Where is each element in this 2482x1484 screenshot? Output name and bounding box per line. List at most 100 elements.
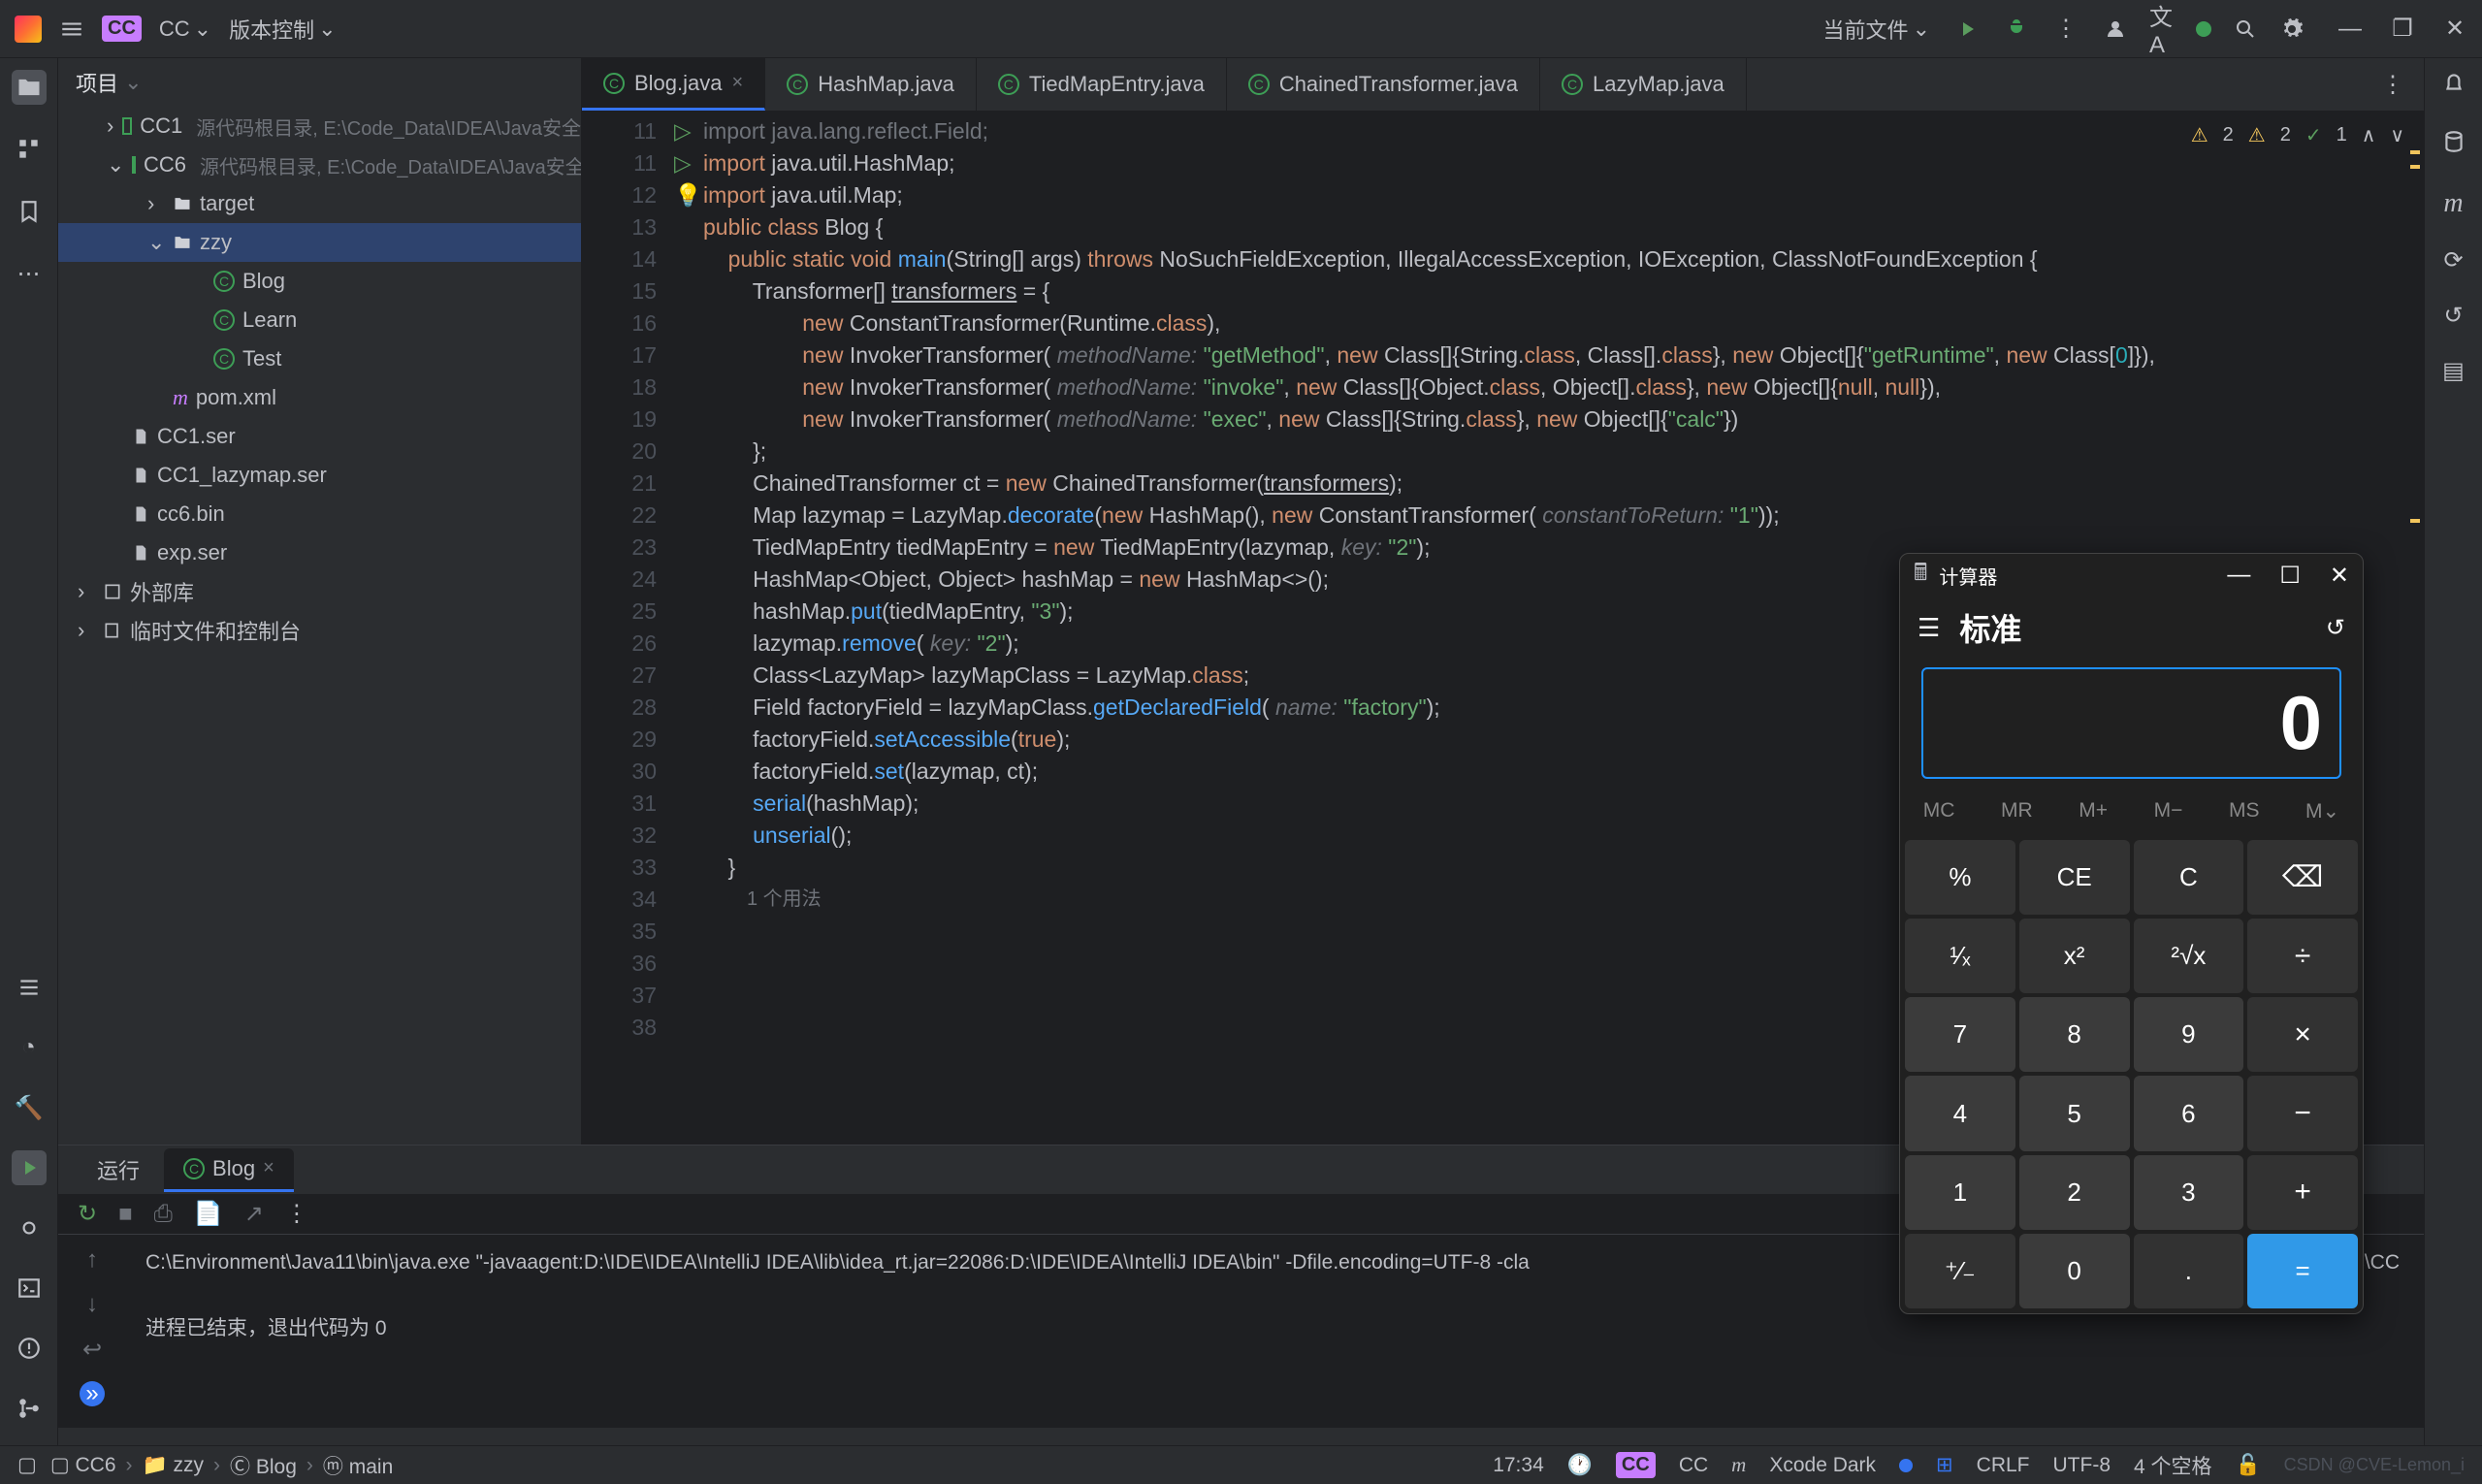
breadcrumb-item[interactable]: ⓜ main — [323, 1451, 393, 1480]
debug-icon[interactable] — [2004, 16, 2029, 42]
more-tools-icon[interactable]: ⋯ — [12, 256, 47, 291]
calc-btn-5[interactable]: 5 — [2019, 1076, 2130, 1150]
calc-btn-CE[interactable]: CE — [2019, 840, 2130, 915]
calc-btn-0[interactable]: 0 — [2019, 1234, 2130, 1308]
status-indent[interactable]: 4 个空格 — [2134, 1451, 2212, 1480]
gutter-icons[interactable]: ▷▷💡 — [674, 112, 703, 1145]
calc-btn-4[interactable]: 4 — [1905, 1076, 2015, 1150]
calc-btn-3[interactable]: 3 — [2134, 1155, 2244, 1230]
inspection-bar[interactable]: ⚠2 ⚠2 ✓1 ∧ ∨ — [2191, 123, 2404, 147]
tree-item[interactable]: CC1.ser — [58, 417, 581, 456]
calc-btn-C[interactable]: C — [2134, 840, 2244, 915]
maximize-icon[interactable]: ❐ — [2390, 16, 2415, 42]
close-tab-icon[interactable]: × — [732, 72, 744, 94]
marker-strip[interactable] — [2406, 112, 2424, 1145]
tree-item[interactable]: ›外部库 — [58, 572, 581, 611]
structure-tool-icon[interactable] — [12, 132, 47, 167]
history-icon[interactable]: ↺ — [2443, 302, 2463, 330]
calc-btn-%[interactable]: % — [1905, 840, 2015, 915]
project-dropdown[interactable]: CC ⌄ — [159, 16, 211, 42]
calc-minimize-icon[interactable]: — — [2227, 562, 2250, 590]
calc-btn-²√x[interactable]: ²√x — [2134, 919, 2244, 993]
status-branch-label[interactable]: CC — [1679, 1454, 1708, 1477]
editor-tab[interactable]: CLazyMap.java — [1540, 58, 1747, 111]
maven-icon[interactable]: m — [2443, 188, 2463, 219]
bookmarks-tool-icon[interactable] — [12, 194, 47, 229]
run-tab-run[interactable]: 运行 — [78, 1146, 159, 1193]
windows-icon[interactable]: ⊞ — [1936, 1453, 1953, 1477]
search-icon[interactable] — [2233, 16, 2258, 42]
tree-item[interactable]: CBlog — [58, 262, 581, 301]
vcs-tool-icon[interactable] — [12, 1391, 47, 1426]
prev-highlight-icon[interactable]: ∧ — [2362, 123, 2376, 147]
print-icon[interactable]: 📄 — [194, 1200, 223, 1228]
calc-btn-×[interactable]: × — [2247, 997, 2358, 1072]
settings-icon[interactable] — [2279, 16, 2305, 42]
calc-memory-btn[interactable]: M⌄ — [2305, 799, 2339, 823]
tree-item[interactable]: cc6.bin — [58, 495, 581, 533]
scroll-down-icon[interactable]: ↓ — [86, 1291, 98, 1318]
breadcrumb-item[interactable]: Ⓒ Blog — [230, 1451, 297, 1480]
calc-memory-btn[interactable]: MC — [1923, 799, 1955, 823]
status-enc[interactable]: UTF-8 — [2053, 1454, 2111, 1477]
tree-item[interactable]: ›临时文件和控制台 — [58, 611, 581, 650]
calc-btn-2[interactable]: 2 — [2019, 1155, 2130, 1230]
calc-btn-÷[interactable]: ÷ — [2247, 919, 2358, 993]
calc-btn-9[interactable]: 9 — [2134, 997, 2244, 1072]
calc-btn-7[interactable]: 7 — [1905, 997, 2015, 1072]
endpoints-icon[interactable]: ▤ — [2442, 357, 2465, 385]
close-tab-icon[interactable]: × — [263, 1157, 274, 1179]
build-tool-icon[interactable]: 🔨 — [12, 1090, 47, 1125]
export-icon[interactable]: ↗ — [244, 1200, 264, 1228]
main-menu-icon[interactable] — [59, 16, 84, 42]
minimize-icon[interactable]: — — [2337, 16, 2363, 42]
calc-btn-=[interactable]: = — [2247, 1234, 2358, 1308]
close-window-icon[interactable]: ✕ — [2442, 16, 2467, 42]
calc-memory-btn[interactable]: MS — [2229, 799, 2260, 823]
calc-maximize-icon[interactable]: ☐ — [2279, 562, 2301, 590]
database-icon[interactable] — [2441, 129, 2466, 161]
calculator-window[interactable]: 🖩 计算器 — ☐ ✕ ☰ 标准 ↺ 0 MCMRM+M−MSM⌄ %CEC⌫¹… — [1899, 553, 2364, 1314]
tree-item[interactable]: ⌄zzy — [58, 223, 581, 262]
calc-btn-+[interactable]: + — [2247, 1155, 2358, 1230]
calc-btn-.[interactable]: . — [2134, 1234, 2244, 1308]
problems-tool-icon[interactable] — [12, 1331, 47, 1366]
calc-btn-⌫[interactable]: ⌫ — [2247, 840, 2358, 915]
todo-tool-icon[interactable] — [12, 970, 47, 1005]
project-header[interactable]: 项目 ⌄ — [58, 58, 581, 107]
debug-tool-icon[interactable] — [12, 1210, 47, 1245]
vcs-dropdown[interactable]: 版本控制 ⌄ — [229, 14, 336, 45]
more-run-icon[interactable]: ⋮ — [285, 1200, 308, 1228]
screenshot-icon[interactable]: ⎙ — [154, 1201, 173, 1228]
editor-tab[interactable]: CChainedTransformer.java — [1227, 58, 1540, 111]
calc-btn-6[interactable]: 6 — [2134, 1076, 2244, 1150]
calc-btn-1[interactable]: 1 — [1905, 1155, 2015, 1230]
more-actions-icon[interactable]: ⋮ — [2053, 16, 2079, 42]
stop-icon[interactable]: ■ — [118, 1201, 133, 1228]
tree-item[interactable]: ⌄CC6源代码根目录, E:\Code_Data\IDEA\Java安全学 — [58, 145, 581, 184]
next-highlight-icon[interactable]: ∨ — [2390, 123, 2404, 147]
scroll-up-icon[interactable]: ↑ — [86, 1246, 98, 1274]
tree-item[interactable]: CTest — [58, 339, 581, 378]
calc-btn-8[interactable]: 8 — [2019, 997, 2130, 1072]
run-tab-config[interactable]: C Blog × — [164, 1148, 294, 1192]
breadcrumbs[interactable]: ▢ CC6›📁 zzy›Ⓒ Blog›ⓜ main — [50, 1451, 393, 1480]
code-with-me-icon[interactable] — [2103, 16, 2128, 42]
status-theme[interactable]: Xcode Dark — [1769, 1454, 1876, 1477]
project-tree[interactable]: ›CC1源代码根目录, E:\Code_Data\IDEA\Java安全⌄CC6… — [58, 107, 581, 1127]
rerun-icon[interactable]: ↻ — [78, 1200, 97, 1228]
editor-tab[interactable]: CBlog.java× — [582, 58, 765, 111]
hide-panel-icon[interactable]: ▢ — [17, 1453, 37, 1477]
calc-btn-x²[interactable]: x² — [2019, 919, 2130, 993]
translate-icon[interactable]: 文A — [2149, 16, 2175, 42]
editor-tab[interactable]: CTiedMapEntry.java — [977, 58, 1227, 111]
editor-tab[interactable]: CHashMap.java — [765, 58, 977, 111]
tree-item[interactable]: mpom.xml — [58, 378, 581, 417]
tree-item[interactable]: exp.ser — [58, 533, 581, 572]
calc-btn-−[interactable]: − — [2247, 1076, 2358, 1150]
calc-history-icon[interactable]: ↺ — [2326, 614, 2345, 642]
status-ln[interactable]: CRLF — [1977, 1454, 2030, 1477]
profiler-tool-icon[interactable]: ◔ — [12, 1030, 47, 1065]
run-config-dropdown[interactable]: 当前文件 ⌄ — [1823, 14, 1930, 45]
tree-item[interactable]: ›CC1源代码根目录, E:\Code_Data\IDEA\Java安全 — [58, 107, 581, 145]
